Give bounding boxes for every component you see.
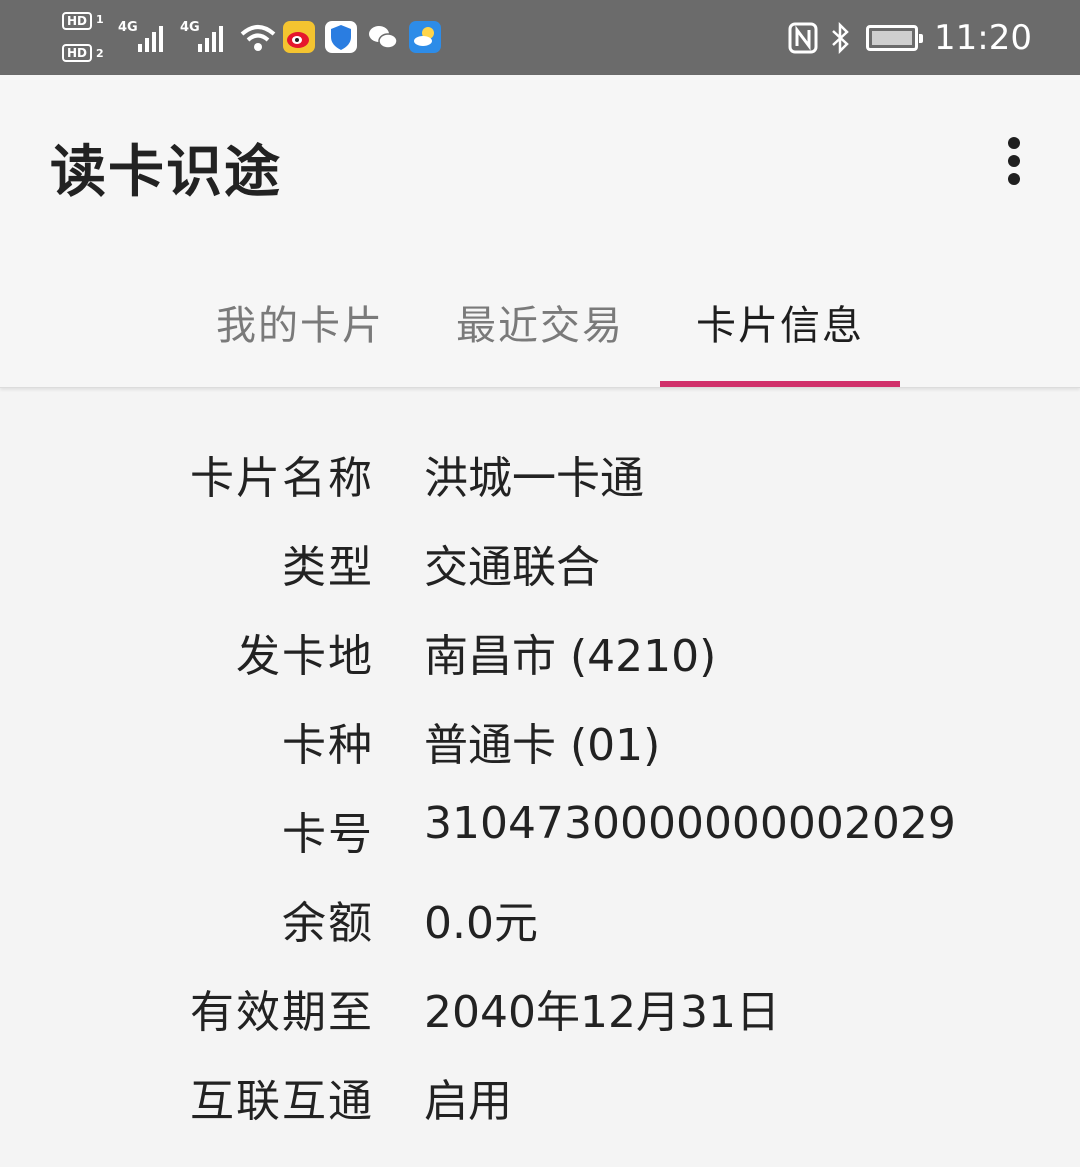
- info-value: 3104730000000002029: [424, 798, 956, 849]
- tab-recent-transactions[interactable]: 最近交易: [420, 293, 660, 383]
- signal-icon-2: [198, 24, 228, 52]
- wifi-icon: [240, 25, 276, 51]
- info-label: 卡号: [282, 809, 374, 860]
- info-value: 南昌市 (4210): [424, 631, 717, 682]
- info-row-interconnect: 互联互通 启用: [0, 1065, 1080, 1135]
- hd-icon-2: HD: [62, 44, 92, 62]
- tab-my-cards[interactable]: 我的卡片: [180, 293, 420, 383]
- shield-icon: [325, 21, 357, 53]
- network-type-1: 4G: [118, 20, 138, 35]
- hd-icon: HD: [62, 12, 92, 30]
- network-type-2: 4G: [180, 20, 200, 35]
- tab-card-info[interactable]: 卡片信息: [660, 293, 900, 383]
- info-label: 类型: [282, 542, 374, 593]
- info-value: 2040年12月31日: [424, 987, 780, 1038]
- info-value: 普通卡 (01): [424, 720, 661, 771]
- weibo-icon: [283, 21, 315, 53]
- info-row-balance: 余额 0.0元: [0, 887, 1080, 957]
- info-label: 有效期至: [190, 987, 374, 1038]
- info-label: 发卡地: [236, 631, 374, 682]
- info-value: 0.0元: [424, 898, 538, 949]
- info-row-card-name: 卡片名称 洪城一卡通: [0, 442, 1080, 512]
- sim-2-label: 2: [96, 47, 104, 60]
- info-value: 交通联合: [424, 542, 600, 593]
- active-tab-indicator: [660, 381, 900, 387]
- info-row-issuer-location: 发卡地 南昌市 (4210): [0, 620, 1080, 690]
- wechat-icon: [367, 21, 399, 53]
- info-row-card-number: 卡号 3104730000000002029: [0, 798, 1080, 868]
- status-bar: HD 1 HD 2 4G 4G 11:20: [0, 0, 1080, 75]
- sim-1-label: 1: [96, 13, 104, 26]
- tab-label: 卡片信息: [696, 303, 864, 349]
- battery-icon: [866, 25, 923, 51]
- signal-icon: [138, 24, 168, 52]
- info-value: 洪城一卡通: [424, 453, 644, 504]
- clock: 11:20: [934, 18, 1032, 58]
- nfc-icon: [788, 22, 818, 54]
- app-bar: 读卡识途 我的卡片 最近交易 卡片信息: [0, 75, 1080, 388]
- tab-label: 最近交易: [456, 303, 624, 349]
- info-row-card-kind: 卡种 普通卡 (01): [0, 709, 1080, 779]
- more-vert-icon[interactable]: [996, 133, 1032, 189]
- info-label: 互联互通: [190, 1076, 374, 1127]
- info-value: 启用: [424, 1076, 512, 1127]
- weather-icon: [409, 21, 441, 53]
- bluetooth-icon: [832, 22, 849, 54]
- info-row-expiry: 有效期至 2040年12月31日: [0, 976, 1080, 1046]
- tab-label: 我的卡片: [216, 303, 384, 349]
- info-label: 卡种: [282, 720, 374, 771]
- info-label: 余额: [282, 898, 374, 949]
- info-label: 卡片名称: [190, 453, 374, 504]
- app-title: 读卡识途: [50, 140, 282, 205]
- info-row-type: 类型 交通联合: [0, 531, 1080, 601]
